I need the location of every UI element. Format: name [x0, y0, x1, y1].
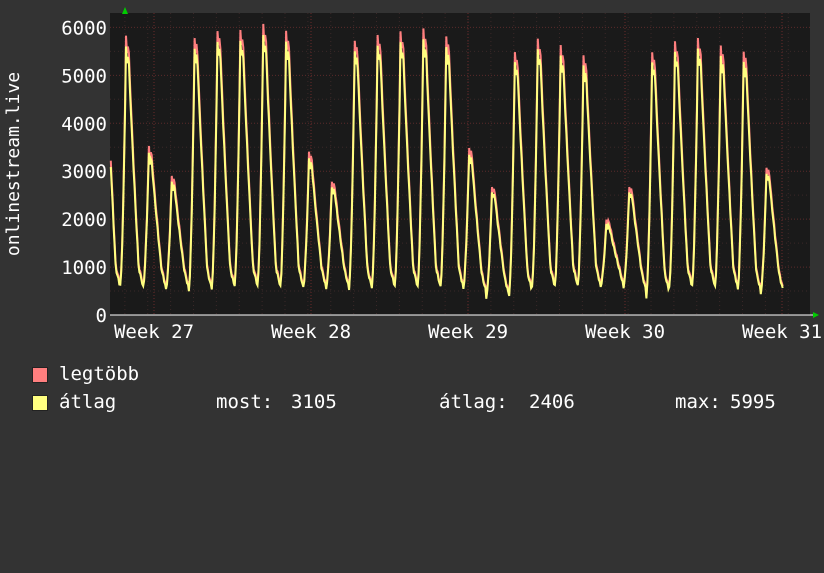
y-tick-label: 4000 [61, 113, 107, 135]
legend-label-max: legtöbb [59, 363, 140, 385]
legend-item-max: legtöbb [32, 364, 139, 384]
legend-label-avg: átlag [59, 391, 117, 413]
stat-current-value: 3105 [291, 391, 337, 413]
x-tick-label: Week 31 [742, 321, 822, 343]
stat-average-value: 2406 [529, 391, 575, 413]
stat-current-label: most: [216, 391, 274, 413]
y-tick-label: 3000 [61, 161, 107, 183]
y-tick-label: 0 [96, 305, 107, 327]
x-axis-arrow [813, 312, 819, 318]
x-tick-label: Week 29 [428, 321, 508, 343]
x-tick-label: Week 28 [271, 321, 351, 343]
y-tick-label: 6000 [61, 17, 107, 39]
stat-max-label: max: [675, 391, 721, 413]
x-tick-label: Week 27 [114, 321, 194, 343]
chart: 0 1000 2000 3000 4000 5000 6000 Week 27 Week 28 W… [3, 7, 822, 343]
legend-swatch-max [32, 367, 48, 383]
legend-swatch-avg [32, 395, 48, 411]
legend-item-avg: átlag most: 3105 átlag: 2406 max: 5995 [32, 392, 822, 412]
y-tick-label: 5000 [61, 65, 107, 87]
y-axis-label: onlinestream.live [3, 72, 24, 256]
y-tick-label: 2000 [61, 209, 107, 231]
y-axis-arrow [122, 7, 128, 14]
y-tick-label: 1000 [61, 257, 107, 279]
stat-average-label: átlag: [439, 391, 508, 413]
x-tick-label: Week 30 [585, 321, 665, 343]
stat-max-value: 5995 [730, 391, 776, 413]
